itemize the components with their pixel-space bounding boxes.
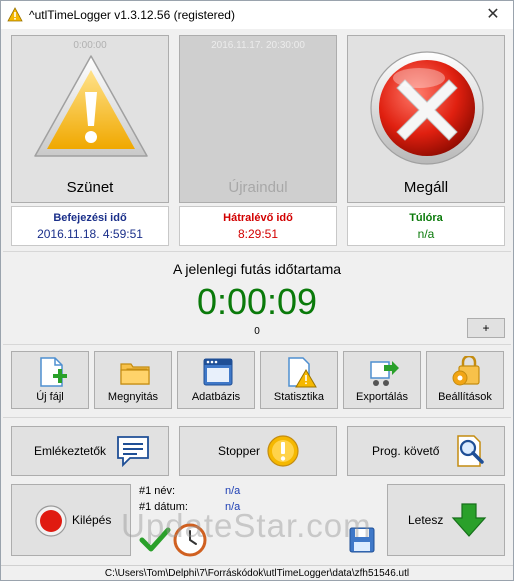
app-icon: [7, 7, 23, 22]
red-x-stop-icon: [370, 51, 484, 165]
divider: [3, 344, 511, 345]
restart-label: Újraindul: [228, 179, 288, 196]
restart-time-caption: 2016.11.17. 20:30:00: [211, 40, 305, 51]
overtime-heading: Túlóra: [409, 212, 443, 224]
restart-button[interactable]: 2016.11.17. 20:30:00 Újraindul: [179, 35, 337, 203]
statistics-label: Statisztika: [273, 391, 325, 403]
overtime-box: Túlóra n/a: [347, 206, 505, 246]
database-window-icon: [203, 358, 233, 386]
settings-button[interactable]: Beállítások: [426, 351, 504, 409]
remaining-heading: Hátralévő idő: [223, 212, 293, 224]
new-file-button[interactable]: Új fájl: [11, 351, 89, 409]
new-file-label: Új fájl: [36, 391, 64, 403]
message-icon: [117, 436, 149, 468]
statistics-warning-icon: [288, 357, 317, 388]
pause-time-caption: 0:00:00: [73, 40, 107, 51]
exit-label: Kilépés: [72, 513, 112, 527]
stop-label: Megáll: [403, 179, 449, 196]
open-label: Megnyitás: [107, 391, 159, 403]
put-down-button[interactable]: Letesz: [387, 484, 505, 556]
name-value: n/a: [225, 485, 241, 497]
remaining-time-box: Hátralévő idő 8:29:51: [179, 206, 337, 246]
exclamation-circle-icon: [267, 435, 299, 467]
close-button[interactable]: ✕: [483, 5, 503, 25]
stopper-label: Stopper: [218, 444, 261, 458]
prog-tracker-button[interactable]: Prog. követő: [347, 426, 505, 476]
watermark-text: UpdateStar.com: [121, 507, 372, 544]
statistics-button[interactable]: Statisztika: [260, 351, 338, 409]
open-folder-icon: [120, 363, 150, 385]
export-label: Exportálás: [356, 391, 408, 403]
reminders-button[interactable]: Emlékeztetők: [11, 426, 169, 476]
settings-label: Beállítások: [438, 391, 492, 403]
warning-triangle-icon: [34, 55, 148, 157]
down-arrow-icon: [451, 503, 487, 537]
window-title: ^utlTimeLogger v1.3.12.56 (registered): [29, 8, 235, 22]
reminders-label: Emlékeztetők: [34, 444, 107, 458]
export-cart-icon: [370, 361, 399, 386]
title-bar: ^utlTimeLogger v1.3.12.56 (registered) ✕: [1, 1, 513, 29]
magnifier-document-icon: [457, 435, 484, 467]
name-label: #1 név:: [139, 485, 176, 497]
export-button[interactable]: Exportálás: [343, 351, 421, 409]
stopper-button[interactable]: Stopper: [179, 426, 337, 476]
pause-button[interactable]: 0:00:00 Szünet: [11, 35, 169, 203]
plus-button[interactable]: +: [467, 318, 505, 338]
end-time-box: Befejezési idő 2016.11.18. 4:59:51: [11, 206, 169, 246]
database-button[interactable]: Adatbázis: [177, 351, 255, 409]
prog-tracker-label: Prog. követő: [372, 444, 440, 458]
remaining-value: 8:29:51: [237, 227, 279, 241]
end-time-value: 2016.11.18. 4:59:51: [37, 227, 143, 241]
run-duration-value: 0:00:09: [196, 281, 318, 322]
open-button[interactable]: Megnyitás: [94, 351, 172, 409]
database-label: Adatbázis: [191, 391, 241, 403]
pause-label: Szünet: [66, 179, 114, 196]
end-time-heading: Befejezési idő: [53, 212, 127, 224]
new-file-icon: [40, 357, 67, 387]
overtime-value: n/a: [417, 227, 435, 241]
settings-lock-icon: [452, 356, 480, 386]
status-bar-path: C:\Users\Tom\Delphi\7\Forráskódok\utlTim…: [1, 565, 513, 581]
run-counter: 0: [254, 326, 260, 337]
divider: [3, 251, 511, 252]
stop-button[interactable]: Megáll: [347, 35, 505, 203]
run-duration-label: A jelenlegi futás időtartama: [172, 261, 342, 277]
exit-button[interactable]: Kilépés: [11, 484, 131, 556]
record-stop-icon: [35, 505, 67, 537]
divider: [3, 417, 511, 418]
put-down-label: Letesz: [408, 513, 444, 527]
app-window: ^utlTimeLogger v1.3.12.56 (registered) ✕…: [0, 0, 514, 581]
